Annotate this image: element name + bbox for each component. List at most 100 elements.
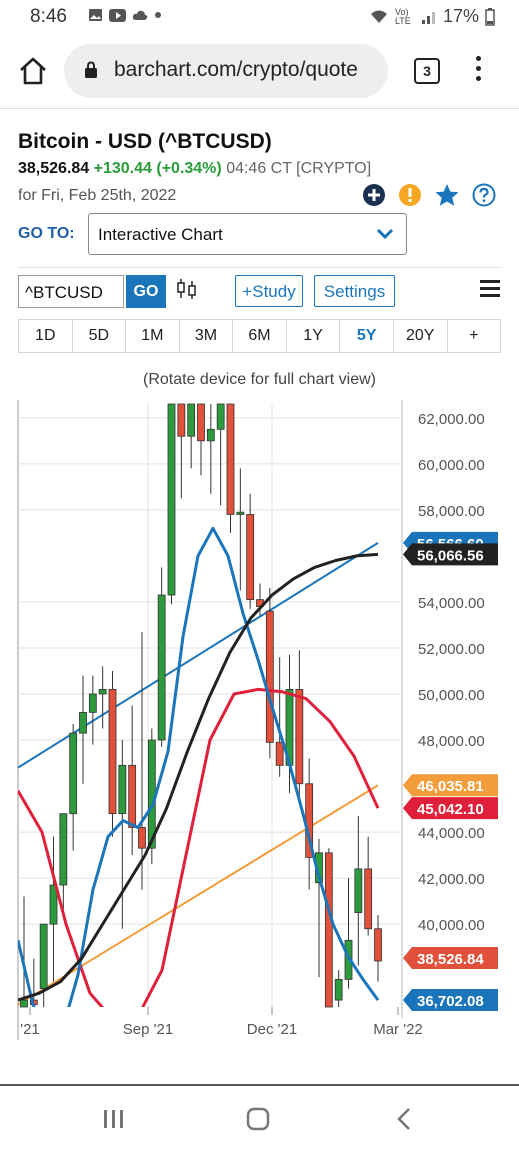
help-icon[interactable] xyxy=(472,183,496,207)
period-3m[interactable]: 3M xyxy=(180,320,234,352)
candle-down xyxy=(197,403,205,442)
candle-down xyxy=(265,610,274,743)
status-system-icons: Vo) LTE 17% xyxy=(369,6,495,27)
candle-up xyxy=(20,999,28,1008)
price-chart[interactable]: 62,000.00 60,000.00 58,000.00 54,000.00 52,0… xyxy=(0,400,519,1050)
candle-up xyxy=(69,732,78,815)
add-study-button[interactable]: +Study xyxy=(235,275,303,307)
x-tick-label: Dec '21 xyxy=(247,1021,297,1038)
go-button[interactable]: GO xyxy=(126,275,166,308)
rotate-hint: (Rotate device for full chart view) xyxy=(143,371,376,388)
price-tag-label: 45,042.10 xyxy=(417,801,484,818)
candle-up xyxy=(157,594,166,741)
candle-up xyxy=(206,428,215,442)
candle-up xyxy=(216,403,225,430)
candle-down xyxy=(374,928,382,962)
period-5d[interactable]: 5D xyxy=(73,320,127,352)
period-5y[interactable]: 5Y xyxy=(340,320,394,352)
candle-up xyxy=(236,511,245,515)
candle-down xyxy=(295,688,304,785)
star-icon[interactable] xyxy=(434,183,460,207)
youtube-icon xyxy=(109,8,126,22)
candlestick-type-icon[interactable] xyxy=(176,278,198,300)
goto-select[interactable]: Interactive Chart xyxy=(88,213,407,255)
y-tick-label: 50,000.00 xyxy=(418,687,485,704)
candle-down xyxy=(275,741,284,766)
lock-icon xyxy=(85,61,97,78)
y-tick-label: 62,000.00 xyxy=(418,411,485,428)
period-1y[interactable]: 1Y xyxy=(287,320,341,352)
candle-down xyxy=(324,852,333,1008)
hamburger-menu-icon[interactable] xyxy=(480,280,500,301)
candle-up xyxy=(167,403,176,596)
candle-up xyxy=(118,764,127,815)
candle-up xyxy=(187,403,196,437)
price-line: 38,526.84 +130.44 (+0.34%) 04:46 CT [CRY… xyxy=(18,160,371,178)
y-tick-label: 52,000.00 xyxy=(418,641,485,658)
candle-up xyxy=(334,978,343,1001)
price-tag-label: 36,702.08 xyxy=(417,993,484,1010)
wifi-icon xyxy=(370,10,387,23)
add-icon[interactable] xyxy=(362,183,386,207)
settings-button[interactable]: Settings xyxy=(314,275,395,307)
home-nav-icon[interactable] xyxy=(246,1107,270,1131)
divider xyxy=(18,267,501,268)
signal-icon xyxy=(421,11,435,24)
candle-down xyxy=(128,764,137,828)
goto-selected-value: Interactive Chart xyxy=(98,225,223,244)
candle-down xyxy=(108,688,117,815)
symbol-input[interactable]: ^BTCUSD xyxy=(18,275,124,308)
page-title: Bitcoin - USD (^BTCUSD) xyxy=(18,130,272,153)
battery-percent: 17% xyxy=(442,6,479,26)
system-nav-bar xyxy=(0,1084,519,1154)
candle-down xyxy=(226,403,235,515)
back-icon[interactable] xyxy=(396,1107,412,1131)
y-tick-label: 58,000.00 xyxy=(418,503,485,520)
price-tag-label: 56,066.56 xyxy=(417,547,484,564)
x-tick-label: Sep '21 xyxy=(123,1021,173,1038)
battery-icon xyxy=(485,7,495,26)
chevron-down-icon xyxy=(376,228,394,240)
image-icon xyxy=(89,9,102,21)
recent-apps-icon[interactable] xyxy=(102,1108,126,1130)
home-icon[interactable] xyxy=(18,56,48,86)
period-6m[interactable]: 6M xyxy=(233,320,287,352)
price-tag-label: 38,526.84 xyxy=(417,951,484,968)
period-1m[interactable]: 1M xyxy=(126,320,180,352)
last-price: 38,526.84 xyxy=(18,160,90,177)
tab-switcher-button[interactable]: 3 xyxy=(414,58,440,84)
y-tick-label: 44,000.00 xyxy=(418,825,485,842)
browser-toolbar: barchart.com/crypto/quote 3 xyxy=(0,34,519,109)
period-tabs: 1D 5D 1M 3M 6M 1Y 5Y 20Y + xyxy=(18,319,501,353)
y-tick-label: 40,000.00 xyxy=(418,917,485,934)
address-bar[interactable]: barchart.com/crypto/quote xyxy=(64,44,388,98)
candle-up xyxy=(39,923,48,989)
url-text: barchart.com/crypto/quote xyxy=(114,58,358,81)
candle-up xyxy=(98,688,107,695)
candle-down xyxy=(246,514,255,601)
candle-down xyxy=(177,403,186,437)
quote-date: for Fri, Feb 25th, 2022 xyxy=(18,187,177,204)
candle-up xyxy=(354,868,363,914)
y-tick-label: 48,000.00 xyxy=(418,733,485,750)
cloud-icon xyxy=(132,10,148,20)
alert-icon[interactable] xyxy=(398,183,422,207)
x-tick-label: '21 xyxy=(20,1021,40,1038)
price-tag-label: 46,035.81 xyxy=(417,778,484,795)
dot-icon xyxy=(155,12,161,18)
goto-label: GO TO: xyxy=(18,225,75,242)
y-tick-label: 42,000.00 xyxy=(418,871,485,888)
period-1d[interactable]: 1D xyxy=(19,320,73,352)
period-more[interactable]: + xyxy=(448,320,501,352)
quote-time: 04:46 CT [CRYPTO] xyxy=(226,160,372,177)
candle-down xyxy=(364,868,373,930)
price-change: +130.44 (+0.34%) xyxy=(93,160,222,177)
candle-up xyxy=(88,693,97,713)
status-notification-icons xyxy=(88,8,162,22)
y-tick-label: 54,000.00 xyxy=(418,595,485,612)
browser-menu-icon[interactable] xyxy=(476,56,484,86)
status-time: 8:46 xyxy=(30,6,67,27)
candle-up xyxy=(79,712,87,734)
y-tick-label: 60,000.00 xyxy=(418,457,485,474)
period-20y[interactable]: 20Y xyxy=(394,320,448,352)
